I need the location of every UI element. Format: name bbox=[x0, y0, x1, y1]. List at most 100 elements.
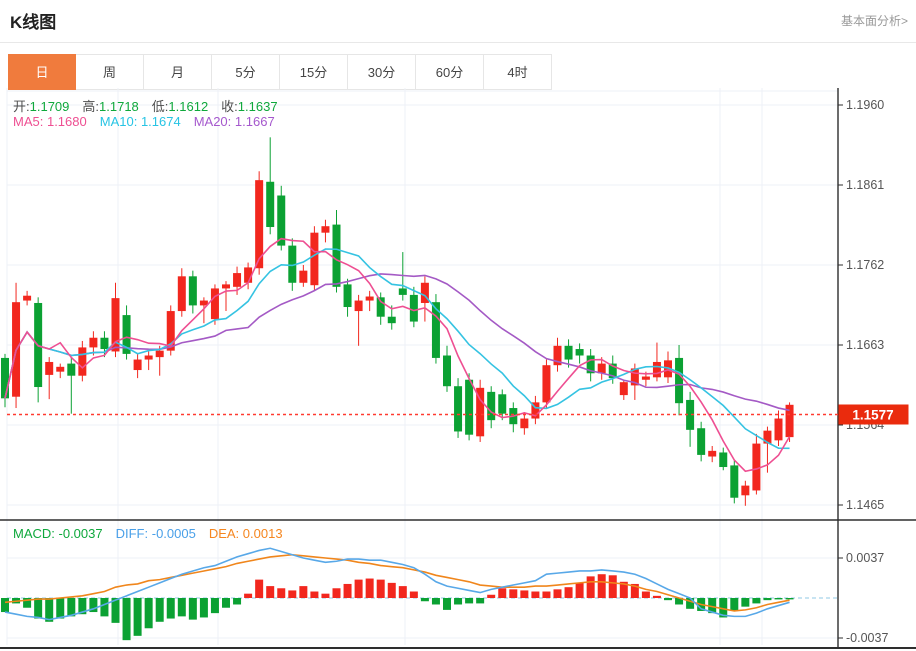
diff-label: DIFF: bbox=[115, 526, 149, 541]
macd-bar bbox=[741, 598, 750, 607]
ma10-value: 1.1674 bbox=[140, 114, 181, 129]
candle-body bbox=[45, 361, 54, 375]
candle-body bbox=[343, 284, 352, 308]
axis-tick-label: 1.1465 bbox=[846, 498, 884, 512]
macd-bar bbox=[376, 579, 385, 598]
candle-body bbox=[365, 296, 374, 301]
candle-body bbox=[752, 443, 761, 491]
candle-body bbox=[498, 394, 507, 414]
candle-body bbox=[774, 418, 783, 441]
open-label: 开: bbox=[13, 99, 30, 114]
current-price-tag-label: 1.1577 bbox=[852, 407, 893, 422]
macd-bar bbox=[45, 598, 54, 622]
candle-body bbox=[100, 337, 109, 350]
macd-bar bbox=[354, 579, 363, 598]
macd-bar bbox=[409, 591, 418, 598]
axis-tick-label: 1.1960 bbox=[846, 98, 884, 112]
macd-bar bbox=[763, 598, 772, 601]
macd-bar bbox=[133, 598, 142, 636]
candle-body bbox=[233, 273, 242, 287]
macd-bar bbox=[67, 598, 76, 617]
candle-body bbox=[619, 382, 628, 396]
macd-bar bbox=[222, 598, 230, 608]
macd-bar bbox=[520, 590, 529, 598]
macd-bar bbox=[155, 598, 164, 622]
macd-bar bbox=[144, 598, 153, 629]
macd-bar bbox=[431, 598, 440, 605]
ma5-line bbox=[4, 237, 791, 473]
candle-body bbox=[155, 350, 164, 358]
candle-body bbox=[354, 300, 363, 312]
high-value: 1.1718 bbox=[99, 99, 139, 114]
candle-body bbox=[409, 294, 418, 322]
axis-tick-label: -0.0037 bbox=[846, 631, 888, 645]
macd-bar bbox=[299, 586, 308, 598]
candle-body bbox=[188, 276, 197, 306]
ma-legend: MA5: 1.1680 MA10: 1.1674 MA20: 1.1667 bbox=[13, 114, 275, 129]
candle-body bbox=[697, 428, 706, 455]
macd-bar bbox=[210, 598, 219, 614]
macd-bar bbox=[420, 598, 429, 602]
macd-bar bbox=[575, 582, 584, 598]
ma5-value: 1.1680 bbox=[46, 114, 87, 129]
macd-bar bbox=[277, 588, 286, 598]
macd-bar bbox=[664, 598, 672, 601]
macd-label: MACD: bbox=[13, 526, 55, 541]
candle-body bbox=[177, 276, 186, 312]
candle-body bbox=[719, 452, 728, 468]
ma10-label: MA10: bbox=[99, 114, 138, 129]
candle-body bbox=[443, 355, 451, 387]
candle-body bbox=[222, 284, 230, 289]
macd-bar bbox=[641, 591, 650, 598]
macd-bar bbox=[188, 598, 197, 620]
macd-bar bbox=[233, 598, 242, 605]
candle-body bbox=[78, 347, 87, 376]
macd-bar bbox=[597, 574, 606, 598]
dea-label: DEA: bbox=[208, 526, 240, 541]
candle-body bbox=[641, 376, 650, 380]
candle-body bbox=[266, 181, 275, 228]
macd-bar bbox=[398, 586, 407, 598]
candle-body bbox=[730, 465, 739, 498]
macd-bar bbox=[1, 598, 9, 613]
candle-body bbox=[387, 316, 396, 324]
candle-body bbox=[89, 337, 98, 348]
macd-bar bbox=[34, 598, 43, 619]
macd-bar bbox=[498, 588, 507, 598]
candle-body bbox=[454, 386, 463, 432]
macd-bar bbox=[56, 598, 65, 619]
axis-tick-label: 1.1861 bbox=[846, 178, 884, 192]
ma5-label: MA5: bbox=[13, 114, 44, 129]
macd-bar bbox=[310, 591, 319, 598]
candle-body bbox=[144, 355, 153, 360]
ohlc-legend: 开:1.1709 高:1.1718 低:1.1612 收:1.1637 bbox=[13, 96, 278, 115]
candle-body bbox=[299, 270, 308, 283]
macd-bar bbox=[244, 593, 253, 598]
macd-bar bbox=[365, 578, 374, 598]
macd-legend: MACD: -0.0037 DIFF: -0.0005 DEA: 0.0013 bbox=[13, 526, 283, 541]
macd-bar bbox=[465, 598, 474, 604]
macd-bar bbox=[100, 598, 109, 617]
macd-value: -0.0037 bbox=[58, 526, 103, 541]
candle-body bbox=[210, 288, 219, 320]
candle-body bbox=[133, 359, 142, 371]
macd-bar bbox=[288, 590, 297, 598]
open-value: 1.1709 bbox=[29, 99, 70, 114]
macd-bar bbox=[564, 587, 573, 598]
macd-bar bbox=[752, 598, 761, 604]
candle-body bbox=[398, 288, 407, 295]
candle-body bbox=[741, 485, 750, 496]
macd-bar bbox=[785, 598, 794, 600]
macd-bar bbox=[255, 579, 264, 598]
close-label: 收: bbox=[221, 99, 238, 114]
axis-tick-label: 1.1762 bbox=[846, 258, 884, 272]
macd-bar bbox=[166, 598, 175, 619]
candle-body bbox=[310, 232, 319, 286]
macd-bar bbox=[387, 582, 396, 598]
dea-value: 0.0013 bbox=[242, 526, 283, 541]
macd-bar bbox=[177, 598, 186, 617]
candle-body bbox=[487, 391, 496, 421]
ma20-label: MA20: bbox=[193, 114, 232, 129]
candle-body bbox=[67, 363, 76, 376]
candle-body bbox=[542, 365, 551, 403]
